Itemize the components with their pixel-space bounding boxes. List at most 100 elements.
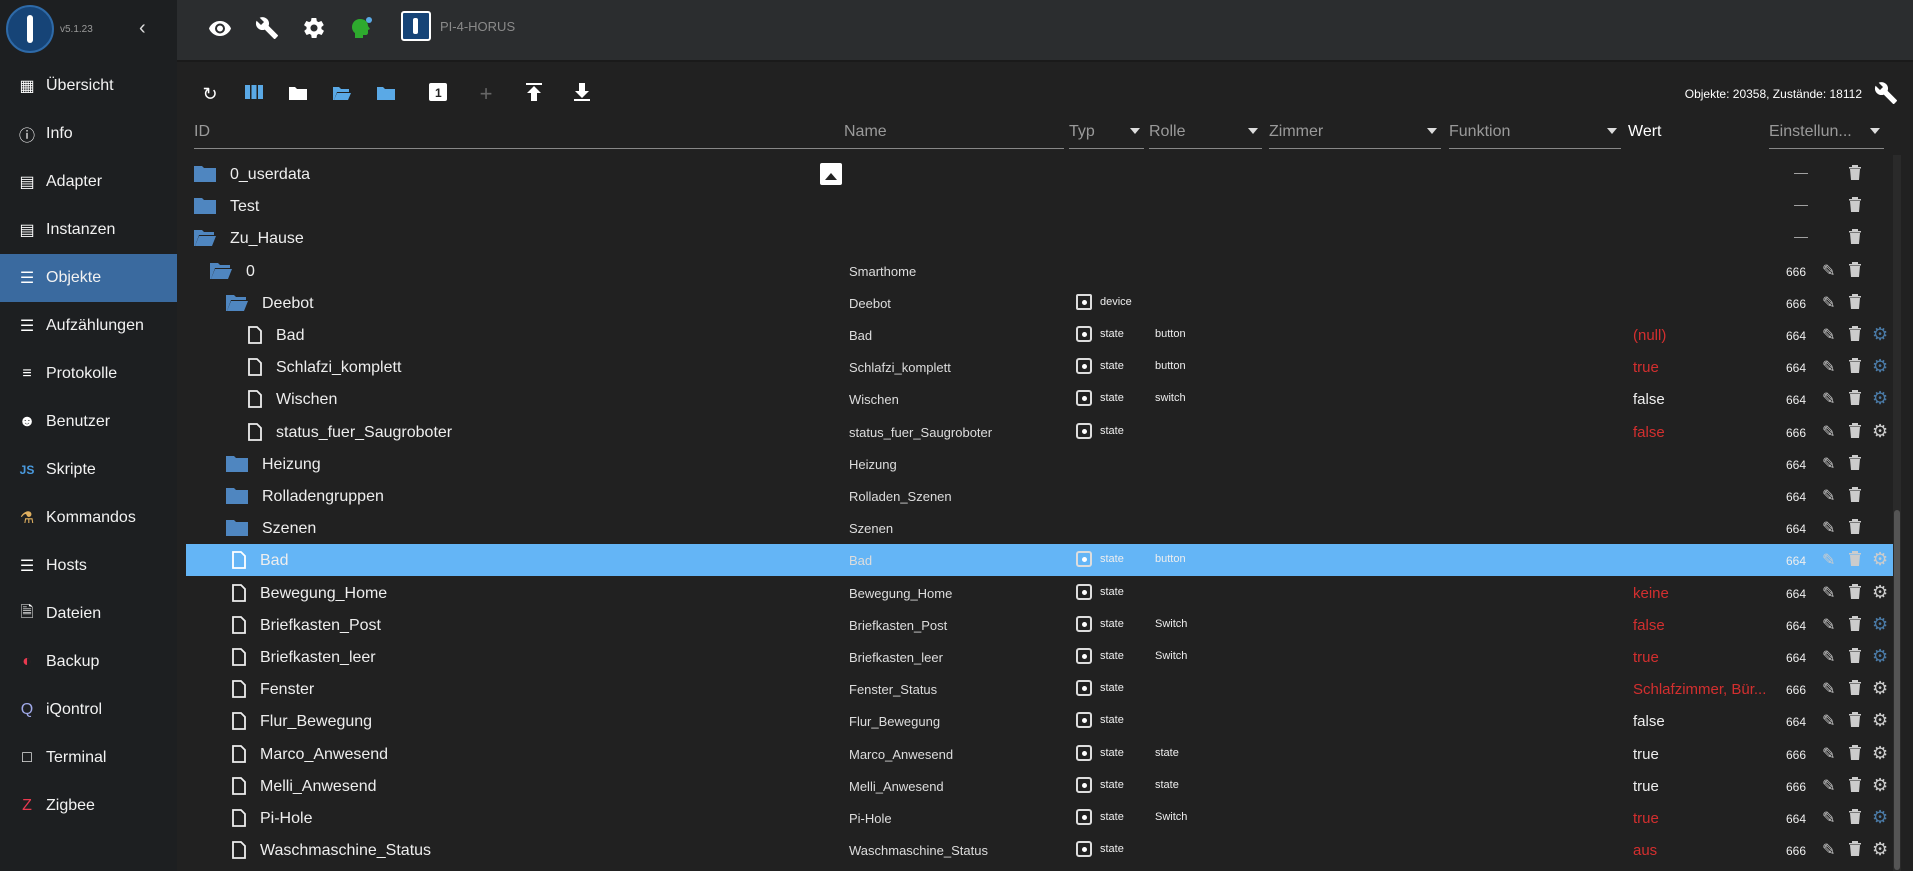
expand-all-icon[interactable] [331, 83, 353, 105]
file-icon[interactable] [248, 358, 264, 377]
delete-icon[interactable] [1848, 196, 1862, 217]
edit-icon[interactable]: ✎ [1822, 325, 1835, 345]
delete-icon[interactable] [1848, 422, 1862, 443]
custom-settings-gear-icon[interactable]: ⚙ [1872, 614, 1888, 635]
table-row[interactable]: Zu_Hause — [186, 222, 1898, 254]
scrollbar[interactable] [1893, 155, 1901, 871]
sidebar-item-adapter[interactable]: ▤ Adapter [0, 158, 177, 206]
table-row[interactable]: Deebot Deebot device 666 ✎ [186, 287, 1898, 319]
object-value[interactable]: Schlafzimmer, Bür... [1633, 681, 1766, 698]
table-row[interactable]: Test — [186, 190, 1898, 222]
table-row[interactable]: Melli_Anwesend Melli_Anwesend state state tr… [186, 770, 1898, 802]
edit-icon[interactable]: ✎ [1822, 583, 1835, 603]
delete-icon[interactable] [1848, 840, 1862, 861]
sidebar-item-zigbee[interactable]: Z Zigbee [0, 782, 177, 830]
columns-icon[interactable] [243, 83, 265, 105]
file-icon[interactable] [248, 422, 264, 441]
delete-icon[interactable] [1848, 679, 1862, 700]
file-icon[interactable] [232, 809, 248, 827]
delete-icon[interactable] [1848, 293, 1862, 314]
file-icon[interactable] [232, 648, 248, 666]
settings-filter[interactable]: Einstellun... [1769, 122, 1884, 149]
delete-icon[interactable] [1848, 615, 1862, 636]
sidebar-item-instanzen[interactable]: ▤ Instanzen [0, 206, 177, 254]
settings-gear-icon[interactable] [301, 16, 327, 42]
room-filter[interactable]: Zimmer [1269, 122, 1441, 149]
file-icon[interactable] [232, 744, 248, 763]
table-row[interactable]: Wischen Wischen state switch false 664 ✎ ⚙ [186, 383, 1898, 415]
custom-settings-gear-icon[interactable]: ⚙ [1872, 710, 1888, 731]
file-icon[interactable] [232, 841, 248, 860]
name-filter[interactable]: Name [844, 122, 1064, 149]
custom-settings-gear-icon[interactable]: ⚙ [1872, 549, 1888, 570]
sidebar-item-kommandos[interactable]: ⚗ Kommandos [0, 494, 177, 542]
object-value[interactable]: false [1633, 617, 1665, 634]
delete-icon[interactable] [1848, 164, 1862, 185]
table-row[interactable]: 0_userdata — [186, 158, 1898, 190]
object-value[interactable]: false [1633, 424, 1665, 441]
edit-icon[interactable]: ✎ [1822, 422, 1835, 442]
custom-settings-gear-icon[interactable]: ⚙ [1872, 807, 1888, 828]
table-row[interactable]: Marco_Anwesend Marco_Anwesend state state tr… [186, 738, 1898, 770]
delete-icon[interactable] [1848, 711, 1862, 732]
delete-icon[interactable] [1848, 550, 1862, 571]
role-filter[interactable]: Rolle [1149, 122, 1262, 149]
scrollbar-thumb[interactable] [1894, 510, 1900, 870]
collapse-all-icon[interactable] [375, 83, 397, 105]
custom-settings-wrench-icon[interactable] [1874, 81, 1898, 111]
delete-icon[interactable] [1848, 647, 1862, 668]
delete-icon[interactable] [1848, 583, 1862, 604]
file-icon[interactable] [232, 712, 248, 731]
table-row[interactable]: Fenster Fenster_Status state Schlafzimmer, … [186, 673, 1898, 705]
table-row[interactable]: Briefkasten_Post Briefkasten_Post state Swi… [186, 609, 1898, 641]
file-icon[interactable] [232, 583, 248, 602]
table-row[interactable]: Bad Bad state button 664 ✎ ⚙ [186, 544, 1898, 577]
edit-icon[interactable]: ✎ [1822, 744, 1835, 764]
sidebar-item-info[interactable]: ⓘ Info [0, 110, 177, 158]
download-icon[interactable] [571, 83, 593, 105]
sidebar-item-hosts[interactable]: ☰ Hosts [0, 542, 177, 590]
add-icon[interactable]: + [475, 83, 497, 105]
folder-icon[interactable] [194, 197, 216, 215]
edit-icon[interactable]: ✎ [1822, 840, 1835, 860]
sidebar-item-skripte[interactable]: JS Skripte [0, 446, 177, 494]
file-icon[interactable] [248, 326, 264, 344]
table-row[interactable]: Rolladengruppen Rolladen_Szenen 664 ✎ [186, 480, 1898, 512]
sidebar-item-protokolle[interactable]: ≡ Protokolle [0, 350, 177, 398]
sidebar-item-aufz-hlungen[interactable]: ☰ Aufzählungen [0, 302, 177, 350]
folder-icon[interactable] [226, 487, 248, 504]
table-row[interactable]: Pi-Hole Pi-Hole state Switch true 664 ✎ ⚙ [186, 802, 1898, 834]
file-icon[interactable] [232, 615, 248, 634]
edit-icon[interactable]: ✎ [1822, 293, 1835, 313]
folder-icon[interactable] [226, 455, 248, 472]
type-filter[interactable]: Typ [1069, 122, 1144, 149]
table-row[interactable]: Flur_Bewegung Flur_Bewegung state false 664 ✎… [186, 705, 1898, 737]
table-row[interactable]: Briefkasten_leer Briefkasten_leer state Swi… [186, 641, 1898, 673]
object-value[interactable]: true [1633, 359, 1659, 376]
object-value[interactable]: true [1633, 778, 1659, 795]
sidebar-item-terminal[interactable]: □ Terminal [0, 734, 177, 782]
refresh-icon[interactable]: ↻ [199, 83, 221, 105]
delete-icon[interactable] [1848, 454, 1862, 475]
delete-icon[interactable] [1848, 776, 1862, 797]
table-row[interactable]: Heizung Heizung 664 ✎ [186, 448, 1898, 480]
custom-settings-gear-icon[interactable]: ⚙ [1872, 646, 1888, 667]
object-value[interactable]: keine [1633, 585, 1669, 602]
table-row[interactable]: Bewegung_Home Bewegung_Home state keine 664 ✎… [186, 577, 1898, 609]
file-icon[interactable] [232, 551, 248, 570]
delete-icon[interactable] [1848, 486, 1862, 507]
custom-settings-gear-icon[interactable]: ⚙ [1872, 324, 1888, 345]
edit-icon[interactable]: ✎ [1822, 454, 1835, 474]
folder-icon[interactable] [226, 519, 248, 537]
custom-settings-gear-icon[interactable]: ⚙ [1872, 839, 1888, 860]
object-value[interactable]: false [1633, 713, 1665, 730]
file-icon[interactable] [232, 776, 248, 795]
object-value[interactable]: aus [1633, 842, 1657, 859]
id-filter[interactable]: ID [194, 122, 845, 149]
edit-icon[interactable]: ✎ [1822, 550, 1835, 570]
edit-icon[interactable]: ✎ [1822, 808, 1835, 828]
delete-icon[interactable] [1848, 518, 1862, 539]
edit-icon[interactable]: ✎ [1822, 615, 1835, 635]
edit-icon[interactable]: ✎ [1822, 486, 1835, 506]
eye-icon[interactable] [207, 16, 233, 42]
